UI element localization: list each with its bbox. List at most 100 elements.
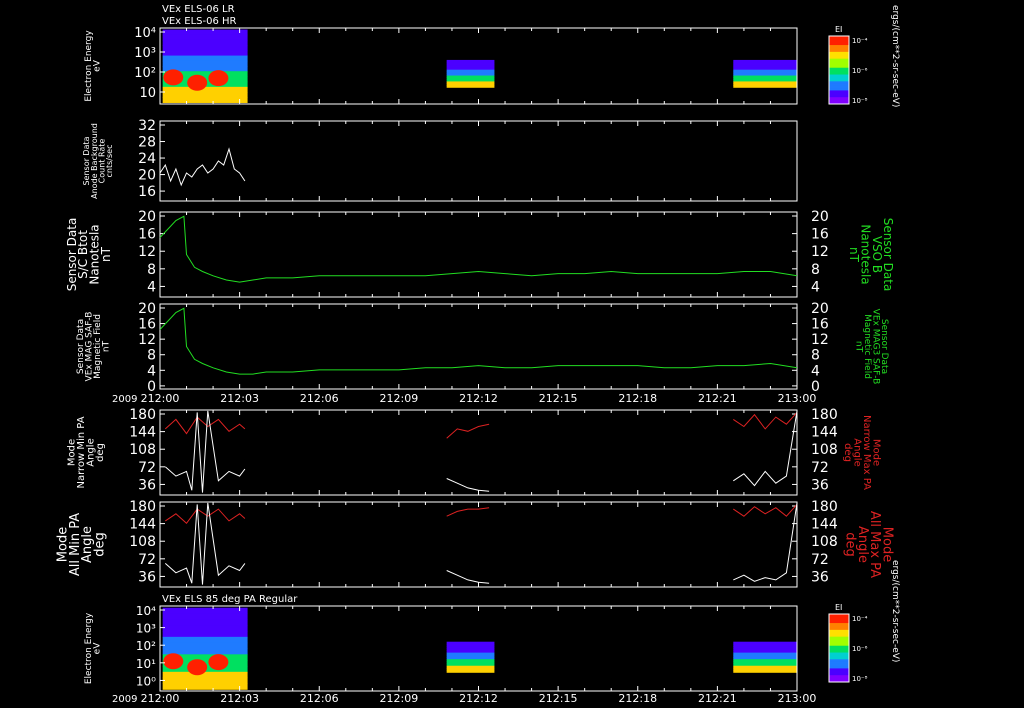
y-tick-label: 10⁴ (136, 604, 156, 618)
y-tick-label: 108 (129, 534, 156, 550)
y-tick-label: 8 (147, 262, 156, 278)
y-tick-label-right: 4 (811, 363, 820, 379)
spectrogram-cell (162, 60, 248, 67)
colorbar-tick-label: 10⁻⁸ (852, 675, 868, 683)
axis-title-line: nT (102, 340, 112, 352)
time-tick-label: 212:06 (300, 692, 339, 705)
y-tick-label: 8 (147, 348, 156, 364)
y-tick-label: 20 (138, 168, 156, 184)
colorbar-title: EI (835, 603, 842, 612)
top-title-hr: VEx ELS-06 HR (162, 16, 237, 27)
y-tick-label: 72 (138, 552, 156, 568)
time-tick-label: 213:00 (778, 392, 817, 405)
y-tick-label-right: 72 (811, 460, 829, 476)
time-tick-label: 212:12 (459, 392, 498, 405)
spectrogram-cell (162, 636, 248, 644)
y-tick-label-right: 20 (811, 209, 829, 225)
colorbar-title: EI (835, 25, 842, 34)
plot-canvas: VEx ELS-06 LR VEx ELS-06 HR VEx ELS 85 d… (0, 0, 1024, 708)
time-tick-label: 212:09 (380, 392, 419, 405)
time-tick-label: 212:15 (539, 392, 578, 405)
colorbar-tick-label: 10⁻⁶ (852, 645, 868, 653)
y-tick-label: 10¹ (136, 657, 156, 671)
spectrogram-hotspot (163, 69, 184, 86)
y-tick-label: 20 (138, 301, 156, 317)
spectrogram-cell (162, 683, 248, 690)
y-tick-label: 12 (138, 244, 156, 260)
spectrogram-cell (162, 631, 248, 638)
y-tick-label: 4 (147, 279, 156, 295)
colorbar-unit-bottom: ergs/(cm**2-sr-sec-eV) (890, 560, 900, 662)
y-tick-label: 10³ (136, 622, 156, 636)
time-tick-label: 213:00 (778, 692, 817, 705)
y-tick-label: 10² (134, 66, 156, 81)
y-tick-label: 72 (138, 460, 156, 476)
time-tick-label: 212:03 (220, 692, 259, 705)
spectrogram-cell (162, 50, 248, 57)
spectrogram-cell (446, 85, 495, 88)
y-tick-label-right: 108 (811, 534, 838, 550)
y-tick-label-right: 36 (811, 477, 829, 493)
colorbar-tick-label: 10⁻⁶ (852, 67, 868, 75)
spectrogram-hotspot (187, 659, 208, 676)
axis-title-line: deg (93, 532, 108, 557)
y-tick-label-right: 12 (811, 332, 829, 348)
time-tick-label: 212:03 (220, 392, 259, 405)
spectrogram-cell (162, 613, 248, 620)
colorbar-tick-label: 10⁻⁴ (852, 37, 868, 45)
y-tick-label-right: 16 (811, 317, 829, 333)
spectrogram-cell (162, 671, 248, 679)
y-tick-label-right: 36 (811, 569, 829, 585)
time-tick-label: 212:18 (618, 392, 657, 405)
spectrogram-cell (162, 677, 248, 684)
time-tick-label: 212:15 (539, 692, 578, 705)
spectrogram-hotspot (208, 654, 229, 671)
y-tick-label: 16 (138, 184, 156, 200)
axis-title-line: nT (847, 247, 861, 263)
spectrogram-hotspot (208, 70, 229, 87)
y-tick-label-right: 144 (811, 517, 838, 533)
y-tick-label: 12 (138, 332, 156, 348)
time-tick-label: 212:00 (141, 392, 180, 405)
spectrogram-cell (162, 607, 248, 615)
y-tick-label-right: 144 (811, 425, 838, 441)
y-tick-label: 10⁰ (136, 674, 156, 688)
y-tick-label-right: 20 (811, 301, 829, 317)
y-tick-label: 180 (129, 499, 156, 515)
y-tick-label-right: 108 (811, 442, 838, 458)
y-tick-label: 10² (136, 639, 156, 653)
y-tick-label: 4 (147, 363, 156, 379)
year-label-middle: 2009 (112, 394, 137, 405)
y-tick-label-right: 12 (811, 244, 829, 260)
colorbar-unit-top: ergs/(cm**2-sr-sec-eV) (890, 5, 900, 107)
y-tick-label-right: 16 (811, 227, 829, 243)
axis-title-line: eV (93, 642, 103, 655)
axis-title-line: eV (93, 59, 103, 72)
time-tick-label: 212:21 (698, 392, 737, 405)
y-tick-label: 180 (129, 407, 156, 423)
axis-title-line: cnts/sec (105, 145, 114, 178)
time-axis-bottom: 212:00 212:03 212:06 212:09 212:12 212:15 212:… (141, 692, 817, 705)
spectrogram-cell (162, 39, 248, 46)
time-axis-middle: 212:00 212:03 212:06 212:09 212:12 212:15 212:… (141, 392, 817, 405)
spectrogram-cell (162, 619, 248, 626)
y-tick-label: 16 (138, 227, 156, 243)
y-tick-label-right: 72 (811, 552, 829, 568)
spectrogram-cell (733, 670, 797, 673)
y-tick-label-right: 8 (811, 348, 820, 364)
spectrogram-cell (162, 34, 248, 41)
spectrogram-hotspot (187, 74, 208, 91)
spectrogram-cell (733, 85, 797, 88)
spectrogram-cell (162, 97, 248, 103)
y-tick-label: 24 (138, 151, 156, 167)
axis-title-line: nT (99, 246, 113, 262)
axis-title-line: nT (854, 341, 864, 353)
y-tick-label-right: 4 (811, 279, 820, 295)
y-tick-label-right: 180 (811, 499, 838, 515)
spectrogram-cell (446, 670, 495, 673)
y-tick-label: 10³ (134, 46, 156, 61)
time-tick-label: 212:18 (618, 692, 657, 705)
time-tick-label: 212:09 (380, 692, 419, 705)
axis-title-line: deg (842, 443, 853, 462)
y-tick-label: 36 (138, 477, 156, 493)
